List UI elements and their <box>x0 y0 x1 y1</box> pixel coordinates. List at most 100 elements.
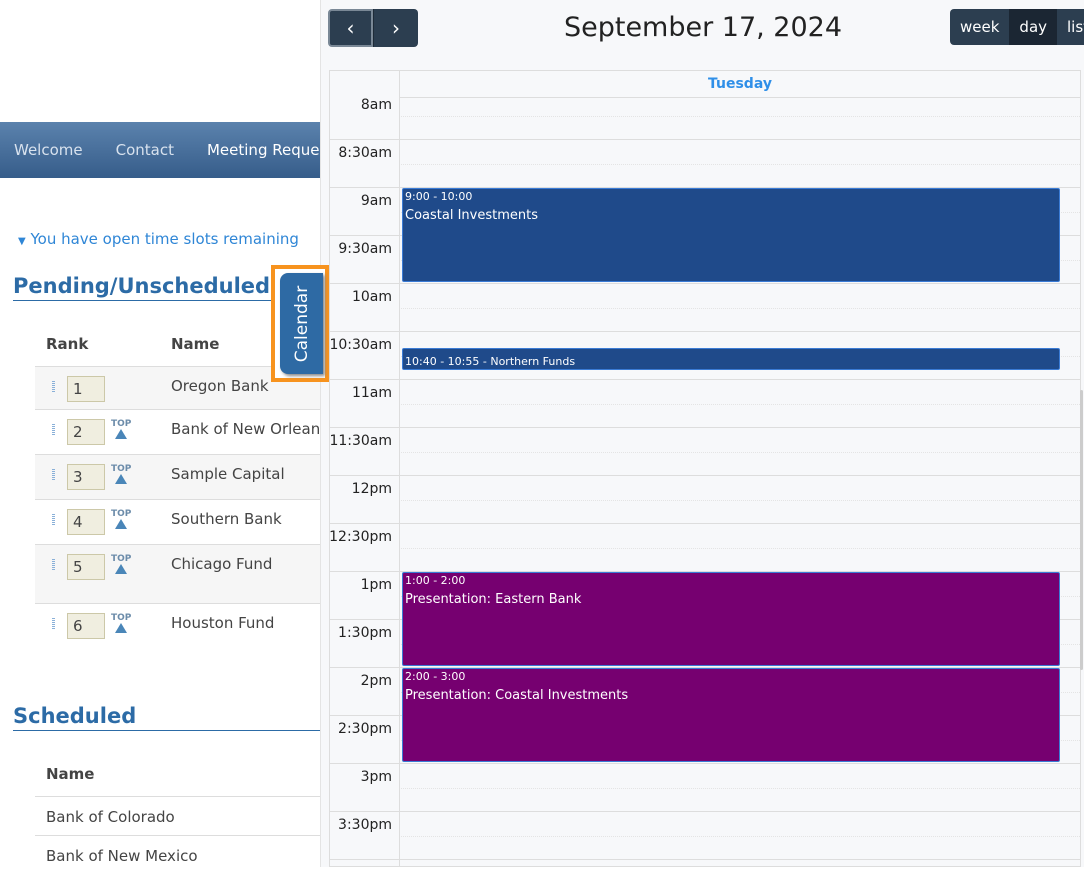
scheduled-heading: Scheduled <box>13 704 320 731</box>
time-label: 9:30am <box>338 241 392 257</box>
move-to-top-button[interactable]: TOP <box>111 464 131 484</box>
time-label: 12:30pm <box>330 529 392 545</box>
chevron-left-icon: ‹ <box>346 16 355 40</box>
pending-name: Bank of New Orleans <box>171 420 320 438</box>
drag-handle-icon[interactable] <box>52 469 55 481</box>
rank-input[interactable]: 5 <box>67 554 105 580</box>
top-label: TOP <box>111 613 132 623</box>
time-slot[interactable]: 10am <box>330 283 1080 331</box>
time-slot[interactable]: 12:30pm <box>330 523 1080 571</box>
pending-name: Chicago Fund <box>171 555 273 573</box>
top-label: TOP <box>111 464 132 474</box>
time-slot[interactable]: 8am <box>330 98 1080 139</box>
drag-handle-icon[interactable] <box>52 514 55 526</box>
time-slot[interactable]: 11am <box>330 379 1080 427</box>
time-label: 11am <box>351 385 392 401</box>
pending-name: Oregon Bank <box>171 377 269 395</box>
time-label: 1pm <box>360 577 392 593</box>
view-week-button[interactable]: week <box>950 9 1010 45</box>
top-label: TOP <box>111 509 132 519</box>
drag-handle-icon[interactable] <box>52 424 55 436</box>
move-to-top-button[interactable]: TOP <box>111 554 131 574</box>
calendar-event[interactable]: 9:00 - 10:00 Coastal Investments <box>402 188 1060 282</box>
time-slot[interactable]: 11:30am <box>330 427 1080 475</box>
time-slot[interactable]: 3:30pm <box>330 811 1080 859</box>
rank-input[interactable]: 2 <box>67 419 105 445</box>
event-title: Presentation: Eastern Bank <box>405 592 582 607</box>
rank-input[interactable]: 1 <box>67 376 105 402</box>
time-label: 9am <box>360 193 392 209</box>
pending-row[interactable]: 5 TOP Chicago Fund <box>35 544 320 603</box>
arrow-up-icon <box>115 519 128 529</box>
scrollbar[interactable] <box>1080 390 1083 670</box>
chevron-right-icon: › <box>392 16 400 40</box>
calendar-panel: September 17, 2024 ‹ › week day list Tue… <box>320 0 1084 867</box>
scheduled-name-header: Name <box>46 765 95 783</box>
time-slot[interactable]: 12pm <box>330 475 1080 523</box>
calendar-tab[interactable]: Calendar <box>280 273 323 374</box>
time-label: 10am <box>351 289 392 305</box>
calendar-tab-label: Calendar <box>291 285 312 362</box>
time-label: 11:30am <box>330 433 392 449</box>
time-grid[interactable]: 8am 8:30am 9am 9:30am 10am 10:30am 11am 11:30am… <box>330 98 1080 866</box>
open-slots-text: You have open time slots remaining <box>30 230 299 248</box>
time-label: 4pm <box>361 865 392 866</box>
pending-row[interactable]: 4 TOP Southern Bank <box>35 499 320 544</box>
top-label: TOP <box>111 554 132 564</box>
move-to-top-button[interactable]: TOP <box>111 419 131 439</box>
scheduled-row[interactable]: Bank of New Mexico <box>35 835 320 876</box>
time-label: 2:30pm <box>338 721 392 737</box>
time-label: 8am <box>360 98 392 113</box>
rank-input[interactable]: 4 <box>67 509 105 535</box>
arrow-up-icon <box>115 474 128 484</box>
event-time: 9:00 - 10:00 <box>405 190 473 203</box>
arrow-up-icon <box>115 623 128 633</box>
calendar-event[interactable]: 2:00 - 3:00 Presentation: Coastal Investm… <box>402 668 1060 762</box>
time-slot[interactable]: 8:30am <box>330 139 1080 187</box>
time-label: 3pm <box>360 769 392 785</box>
event-time: 2:00 - 3:00 <box>405 670 466 683</box>
pending-row[interactable]: 3 TOP Sample Capital <box>35 454 320 499</box>
day-header: Tuesday <box>399 71 1080 98</box>
drag-handle-icon[interactable] <box>52 381 55 393</box>
pending-name: Houston Fund <box>171 614 275 632</box>
calendar-event[interactable]: 1:00 - 2:00 Presentation: Eastern Bank <box>402 572 1060 666</box>
pending-row[interactable]: 6 TOP Houston Fund <box>35 603 320 647</box>
time-slot[interactable]: 4pm <box>330 859 1080 866</box>
main-nav: Welcome Contact Meeting Request <box>0 122 320 178</box>
time-label: 2pm <box>360 673 392 689</box>
prev-button[interactable]: ‹ <box>328 9 373 47</box>
time-label: 12pm <box>351 481 392 497</box>
scheduled-row[interactable]: Bank of Colorado <box>35 796 320 837</box>
move-to-top-button[interactable]: TOP <box>111 613 131 633</box>
nav-meeting-request[interactable]: Meeting Request <box>207 141 320 159</box>
day-grid: Tuesday 8am 8:30am 9am 9:30am 10am 10:30am 11a… <box>329 70 1081 867</box>
next-button[interactable]: › <box>373 9 418 47</box>
event-title: Coastal Investments <box>405 208 538 223</box>
time-label: 8:30am <box>338 145 392 161</box>
rank-input[interactable]: 3 <box>67 464 105 490</box>
event-time: 10:40 - 10:55 <box>405 355 480 368</box>
arrow-up-icon <box>115 564 128 574</box>
arrow-up-icon <box>115 429 128 439</box>
top-label: TOP <box>111 419 132 429</box>
pending-row[interactable]: 2 TOP Bank of New Orleans <box>35 409 320 454</box>
nav-welcome[interactable]: Welcome <box>14 141 83 159</box>
view-day-button[interactable]: day <box>1009 9 1058 45</box>
time-label: 10:30am <box>330 337 392 353</box>
nav-contact[interactable]: Contact <box>116 141 174 159</box>
pending-name: Sample Capital <box>171 465 285 483</box>
time-slot[interactable]: 3pm <box>330 763 1080 811</box>
pending-name: Southern Bank <box>171 510 282 528</box>
drag-handle-icon[interactable] <box>52 618 55 630</box>
view-list-button[interactable]: list <box>1057 9 1084 45</box>
caret-down-icon: ▼ <box>18 236 26 247</box>
rank-header: Rank <box>46 335 89 353</box>
time-label: 3:30pm <box>338 817 392 833</box>
event-title: Northern Funds <box>490 355 576 368</box>
move-to-top-button[interactable]: TOP <box>111 509 131 529</box>
rank-input[interactable]: 6 <box>67 613 105 639</box>
calendar-event[interactable]: 10:40 - 10:55 - Northern Funds <box>402 348 1060 370</box>
drag-handle-icon[interactable] <box>52 559 55 571</box>
open-slots-toggle[interactable]: ▼ You have open time slots remaining <box>18 230 299 248</box>
